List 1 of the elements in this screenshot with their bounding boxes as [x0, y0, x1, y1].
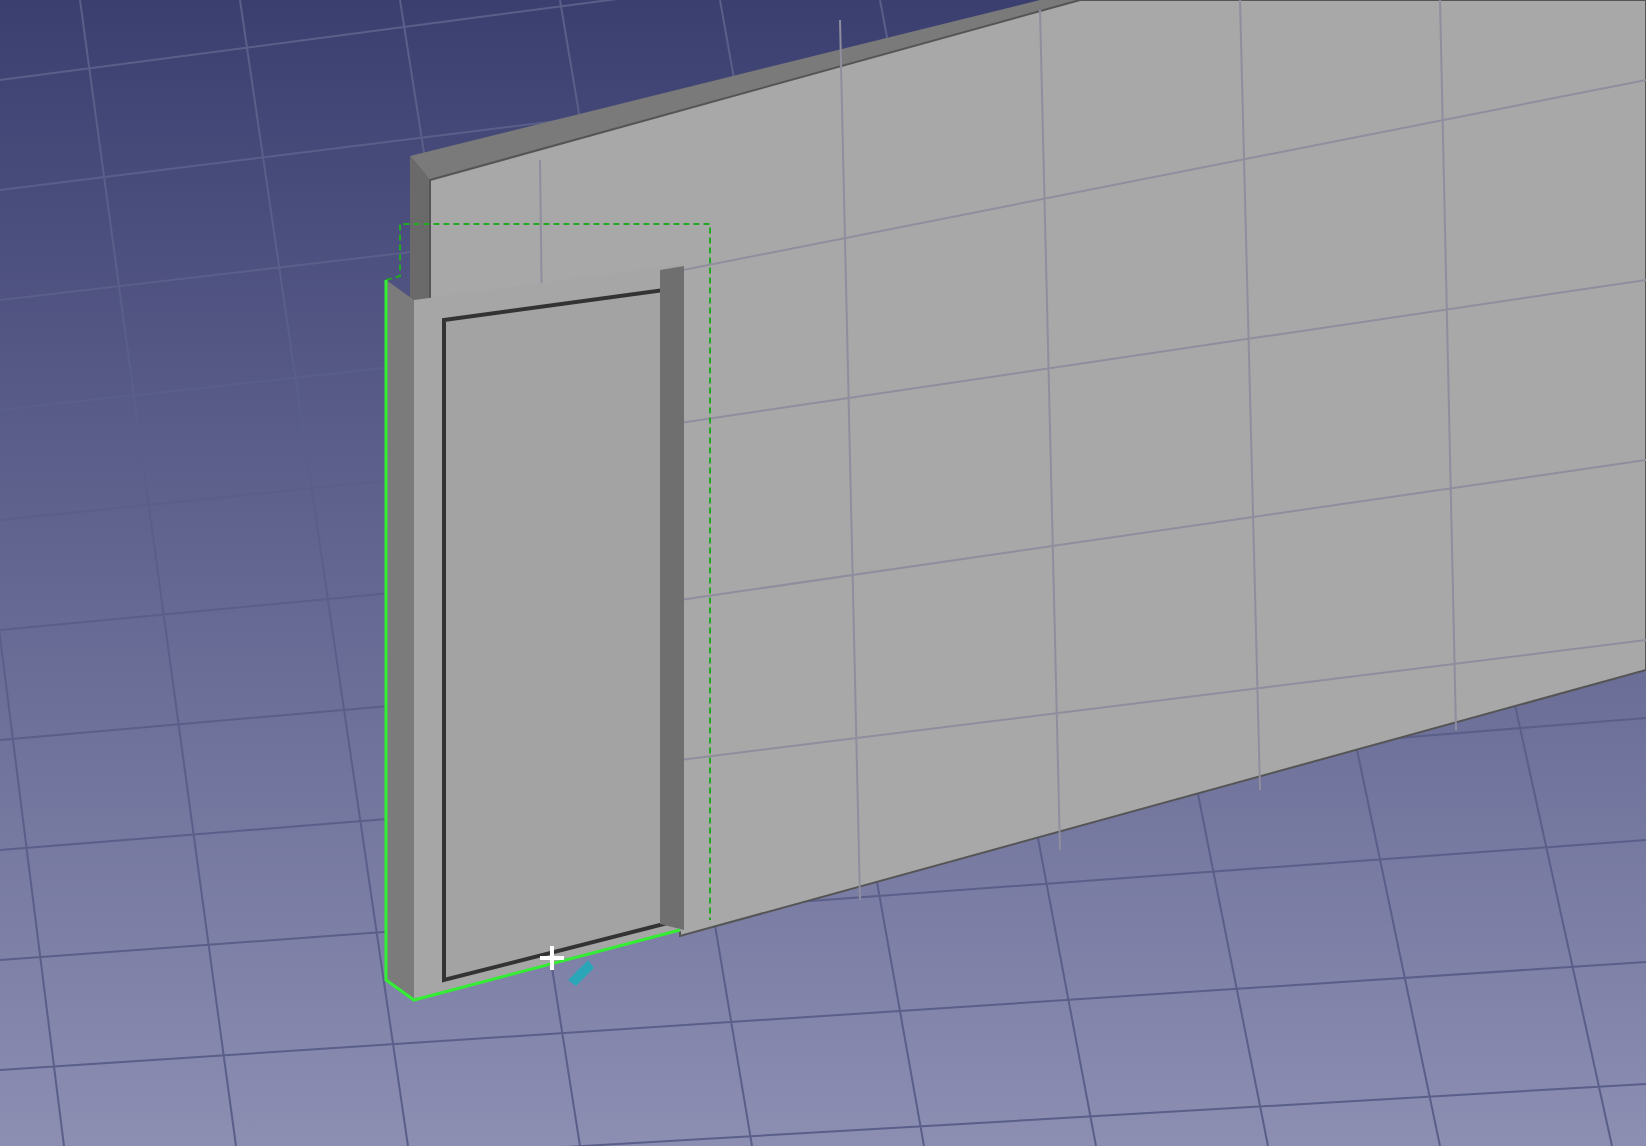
cursor-icon — [538, 944, 594, 986]
